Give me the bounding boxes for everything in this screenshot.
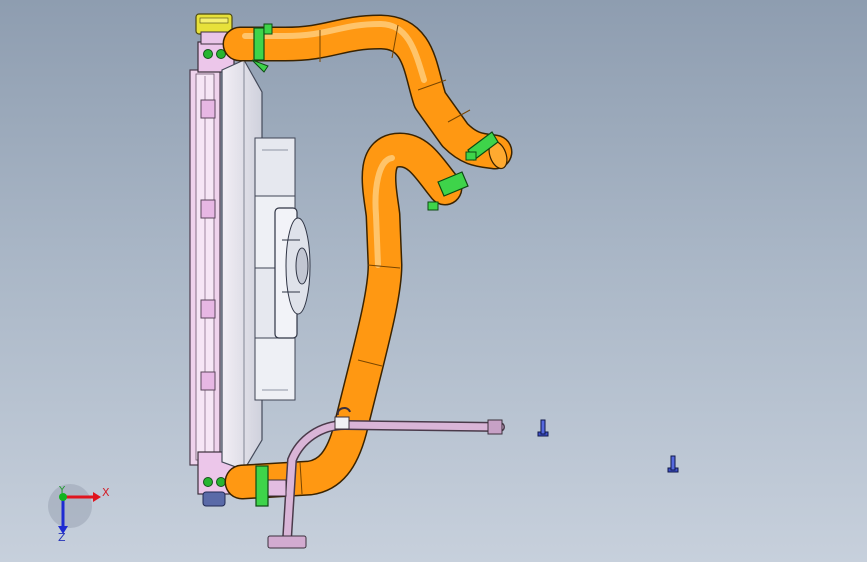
cad-viewport[interactable]: X Y Z [0, 0, 867, 562]
bolt-fastener-1[interactable] [537, 419, 549, 437]
assembly-model-view[interactable] [0, 0, 867, 562]
x-axis-label: X [102, 486, 110, 499]
y-axis-label: Y [59, 485, 66, 496]
coordinate-triad [48, 484, 101, 534]
bolt-fastener-2[interactable] [667, 455, 679, 473]
hose-clamp-lower-inlet[interactable] [255, 465, 269, 507]
fan-motor[interactable] [274, 207, 311, 339]
z-axis-label: Z [58, 531, 66, 544]
